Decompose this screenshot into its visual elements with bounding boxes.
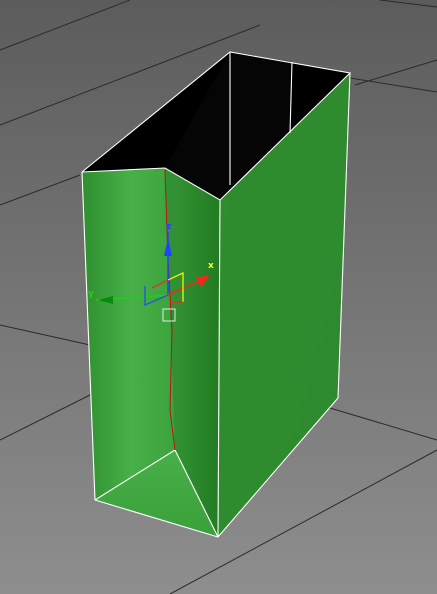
perspective-viewport[interactable]: z x y	[0, 0, 437, 594]
gizmo-y-label: y	[88, 289, 94, 299]
viewport-canvas[interactable]: z x y	[0, 0, 437, 594]
gizmo-z-label: z	[166, 222, 171, 232]
gizmo-x-label: x	[208, 261, 214, 271]
